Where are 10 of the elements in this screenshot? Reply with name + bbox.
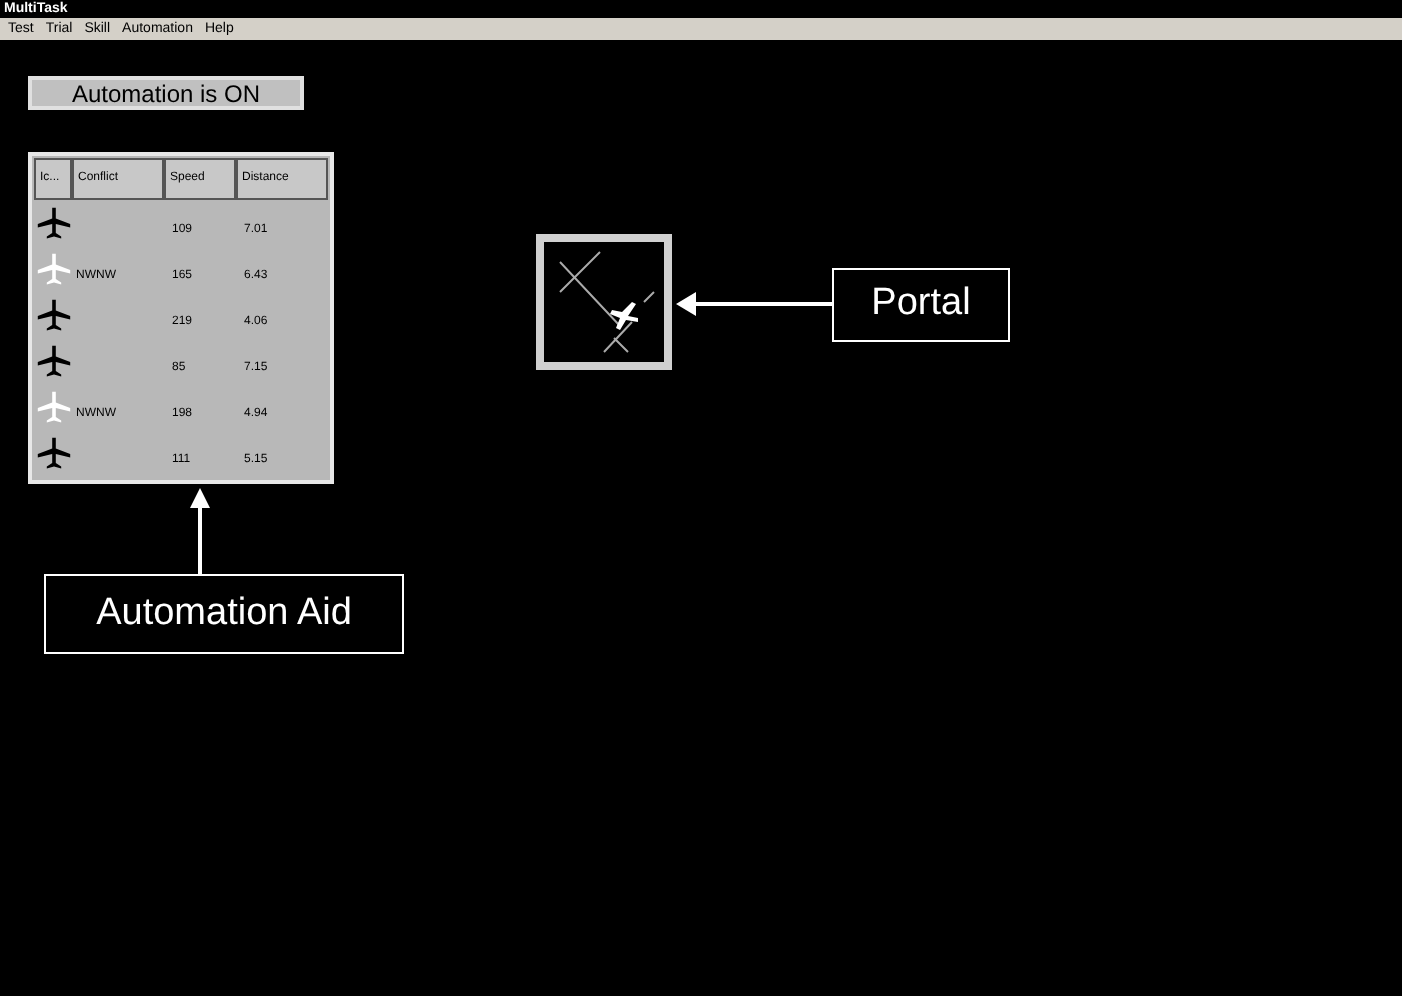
airplane-icon bbox=[35, 343, 71, 379]
callout-label: Portal bbox=[832, 268, 1010, 342]
airplane-icon bbox=[35, 389, 71, 425]
automation-status: Automation is ON bbox=[28, 76, 304, 110]
callout-label: Automation Aid bbox=[44, 574, 404, 654]
airplane-icon bbox=[35, 205, 71, 241]
pointer-arrow bbox=[190, 488, 210, 576]
airplane-icon bbox=[35, 297, 71, 333]
airplane-icon bbox=[35, 435, 71, 471]
airplane-icon bbox=[35, 251, 71, 287]
